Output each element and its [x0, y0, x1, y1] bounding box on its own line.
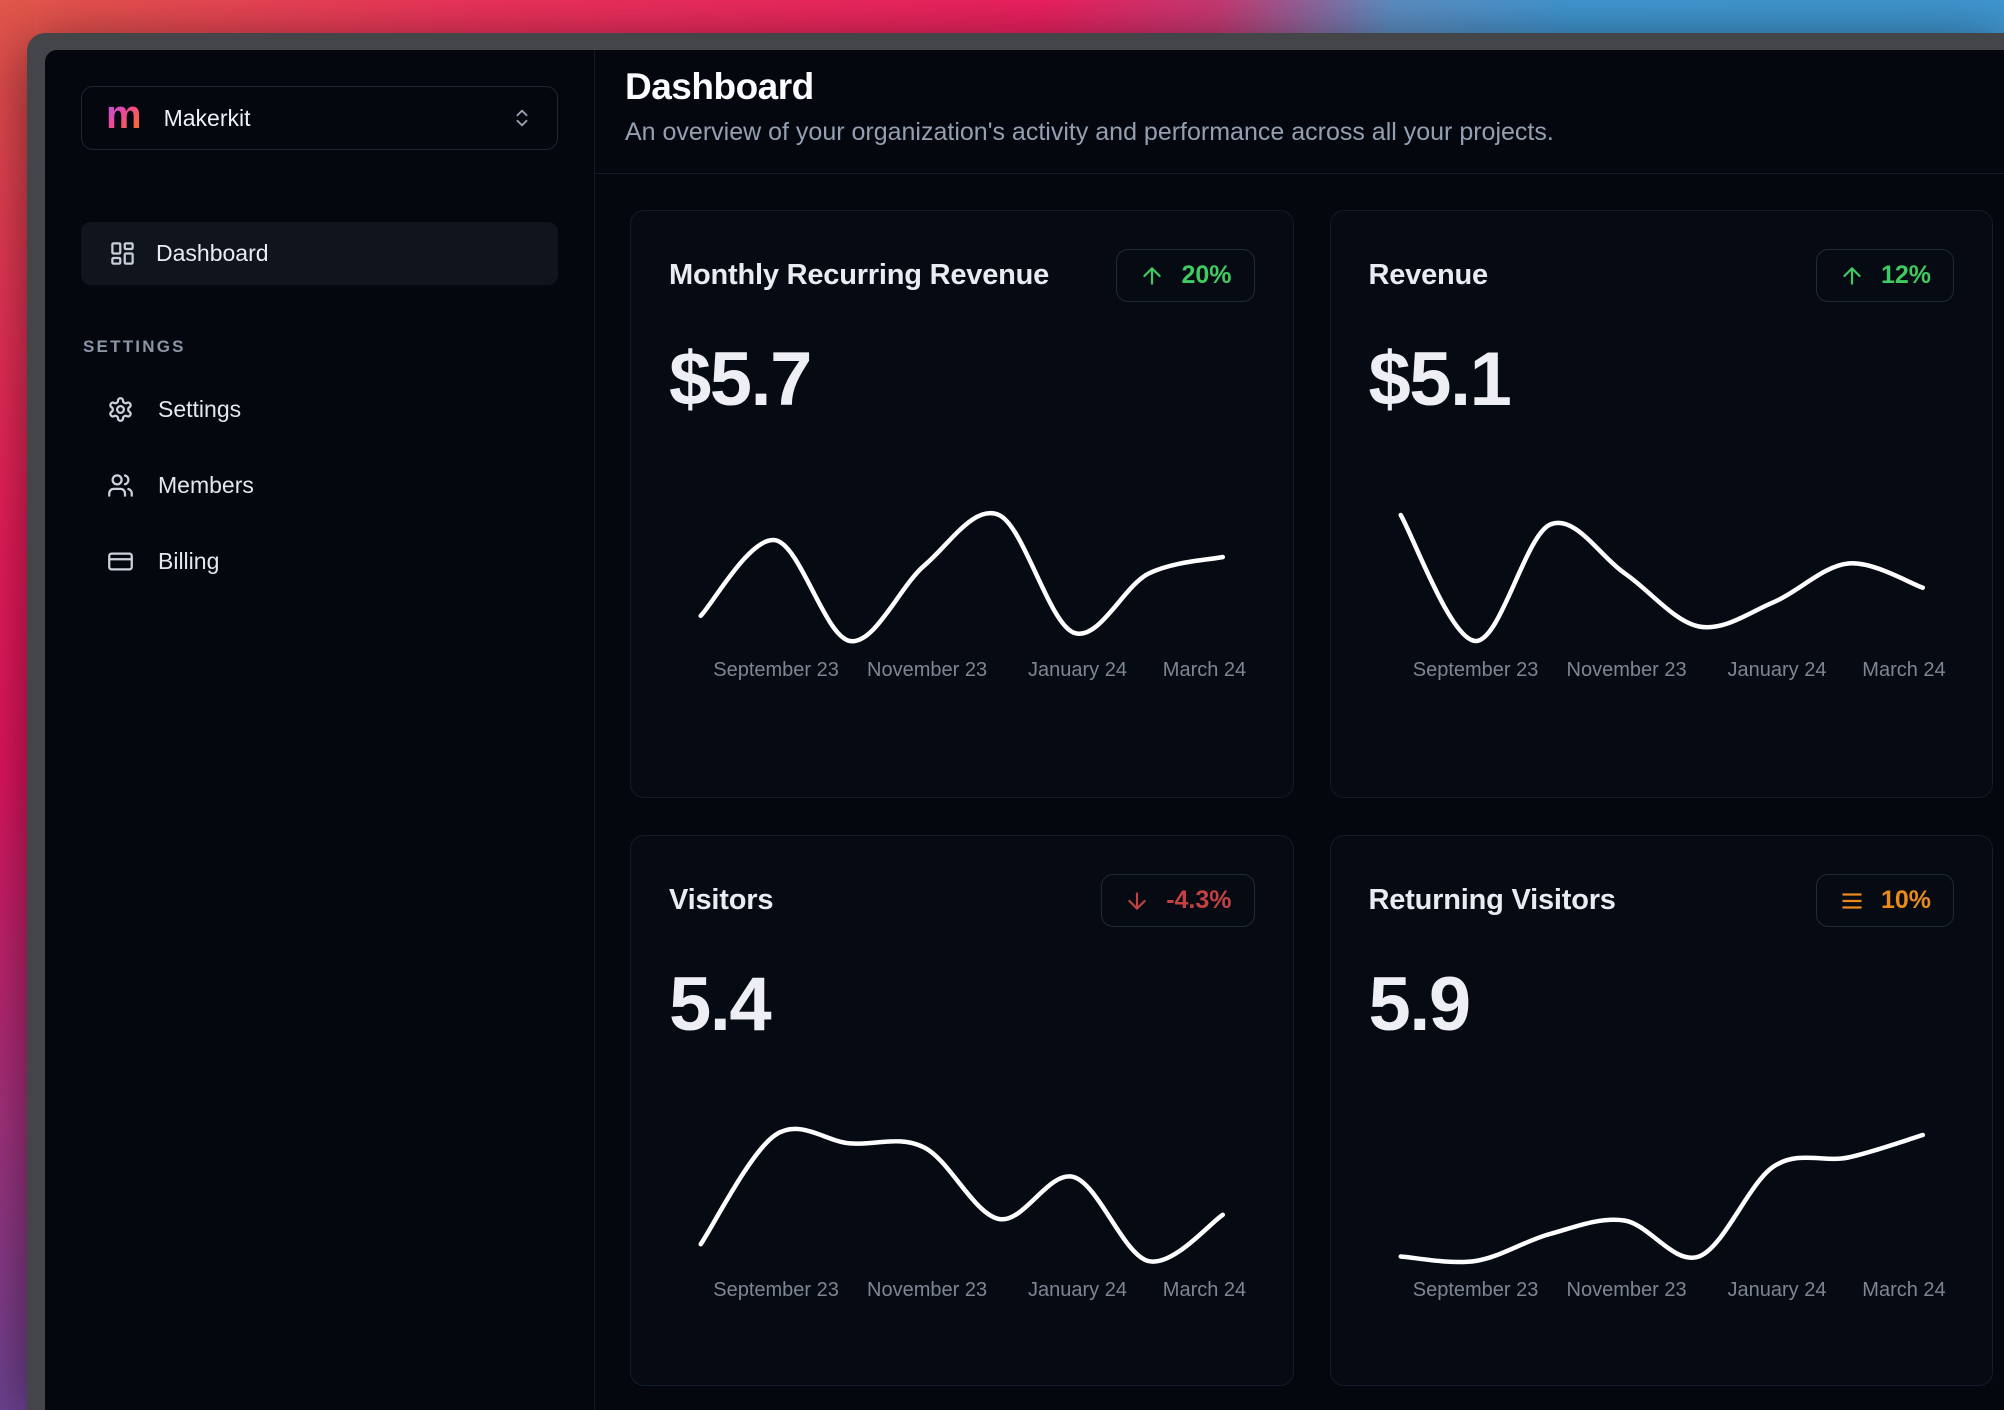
sidebar-section-settings: SETTINGS	[83, 337, 186, 356]
metric-value: 5.9	[1368, 962, 1472, 1047]
card-title: Monthly Recurring Revenue	[669, 259, 1050, 291]
card-revenue: Revenue 12% $5.1 September 23 November 2…	[1329, 210, 1993, 798]
sparkline-svg	[695, 505, 1229, 653]
layout-dashboard-icon	[109, 240, 136, 267]
sparkline-svg	[695, 1125, 1229, 1273]
metric-value: $5.1	[1368, 337, 1512, 422]
x-tick: November 23	[1566, 659, 1687, 681]
card-header: Visitors -4.3%	[669, 874, 1255, 927]
x-tick: March 24	[1862, 659, 1946, 681]
app-window: m Makerkit Dashboard SETTINGS Settings M…	[27, 33, 2004, 1410]
dashboard-content: Monthly Recurring Revenue 20% $5.7 Septe…	[595, 174, 2004, 1410]
metric-value: 5.4	[669, 962, 772, 1047]
page-subtitle: An overview of your organization's activ…	[625, 118, 1554, 146]
trend-value: -4.3%	[1166, 886, 1232, 914]
arrow-up-icon	[1839, 263, 1865, 289]
card-header: Returning Visitors 10%	[1368, 874, 1954, 927]
chevrons-up-down-icon	[511, 107, 533, 129]
workspace-selector[interactable]: m Makerkit	[81, 86, 558, 150]
sidebar-item-label: Dashboard	[156, 240, 269, 266]
x-axis-ticks: September 23 November 23 January 24 Marc…	[695, 1279, 1246, 1305]
gear-icon	[107, 396, 134, 423]
x-tick: November 23	[867, 1279, 988, 1301]
sparkline-svg	[1395, 505, 1929, 653]
x-axis-ticks: September 23 November 23 January 24 Marc…	[695, 659, 1246, 685]
stats-grid: Monthly Recurring Revenue 20% $5.7 Septe…	[630, 210, 1993, 1386]
settings-nav: Settings Members Billing	[81, 371, 558, 599]
x-tick: March 24	[1162, 1279, 1247, 1301]
app-content: m Makerkit Dashboard SETTINGS Settings M…	[45, 50, 2004, 1410]
page-title: Dashboard	[625, 66, 814, 107]
card-returning-visitors: Returning Visitors 10% 5.9 September 23 …	[1329, 835, 1993, 1386]
sidebar-item-label: Billing	[158, 547, 220, 574]
sidebar-item-settings[interactable]: Settings	[81, 371, 558, 447]
trend-value: 12%	[1880, 261, 1931, 289]
arrow-down-icon	[1124, 888, 1150, 914]
x-tick: September 23	[1412, 659, 1539, 681]
sidebar-item-label: Members	[158, 471, 254, 498]
x-axis-ticks: September 23 November 23 January 24 Marc…	[1395, 659, 1946, 685]
x-axis-ticks: September 23 November 23 January 24 Marc…	[1395, 1279, 1946, 1305]
sidebar: m Makerkit Dashboard SETTINGS Settings M…	[45, 50, 595, 1410]
trend-badge: 10%	[1815, 874, 1954, 927]
sparkline-chart: September 23 November 23 January 24 Marc…	[669, 1125, 1255, 1305]
sparkline-chart: September 23 November 23 January 24 Marc…	[1369, 1125, 1955, 1305]
sparkline-svg	[1395, 1125, 1929, 1273]
users-icon	[107, 472, 134, 499]
x-tick: January 24	[1727, 1279, 1827, 1301]
sidebar-item-members[interactable]: Members	[81, 447, 558, 523]
page-header: Dashboard An overview of your organizati…	[595, 50, 2004, 174]
x-tick: September 23	[713, 1279, 839, 1301]
card-monthly-recurring-revenue: Monthly Recurring Revenue 20% $5.7 Septe…	[630, 210, 1294, 798]
trend-badge: 20%	[1116, 249, 1255, 302]
card-title: Visitors	[669, 884, 774, 916]
sparkline-chart: September 23 November 23 January 24 Marc…	[669, 505, 1255, 685]
card-title: Returning Visitors	[1368, 884, 1616, 916]
sparkline-chart: September 23 November 23 January 24 Marc…	[1369, 505, 1955, 685]
sidebar-item-billing[interactable]: Billing	[81, 523, 558, 599]
workspace-name: Makerkit	[163, 104, 251, 131]
x-tick: January 24	[1028, 659, 1127, 681]
x-tick: March 24	[1862, 1279, 1946, 1301]
x-tick: March 24	[1162, 659, 1247, 681]
arrow-up-icon	[1139, 263, 1165, 289]
card-visitors: Visitors -4.3% 5.4 September 23 November…	[630, 835, 1294, 1386]
card-header: Revenue 12%	[1368, 249, 1954, 302]
makerkit-logo: m	[106, 93, 142, 137]
trend-badge: -4.3%	[1101, 874, 1255, 927]
x-tick: September 23	[1412, 1279, 1539, 1301]
x-tick: September 23	[713, 659, 839, 681]
trend-value: 10%	[1880, 886, 1931, 914]
trend-badge: 12%	[1815, 249, 1954, 302]
card-header: Monthly Recurring Revenue 20%	[669, 249, 1255, 302]
credit-card-icon	[107, 548, 134, 575]
trend-value: 20%	[1181, 261, 1232, 289]
sidebar-item-dashboard[interactable]: Dashboard	[81, 222, 558, 285]
sidebar-item-label: Settings	[158, 395, 242, 422]
card-title: Revenue	[1368, 259, 1489, 291]
main-area: Dashboard An overview of your organizati…	[595, 50, 2004, 1410]
menu-lines-icon	[1839, 888, 1865, 914]
x-tick: January 24	[1028, 1279, 1127, 1301]
x-tick: November 23	[1566, 1279, 1687, 1301]
x-tick: January 24	[1727, 659, 1827, 681]
metric-value: $5.7	[669, 337, 812, 422]
x-tick: November 23	[867, 659, 988, 681]
